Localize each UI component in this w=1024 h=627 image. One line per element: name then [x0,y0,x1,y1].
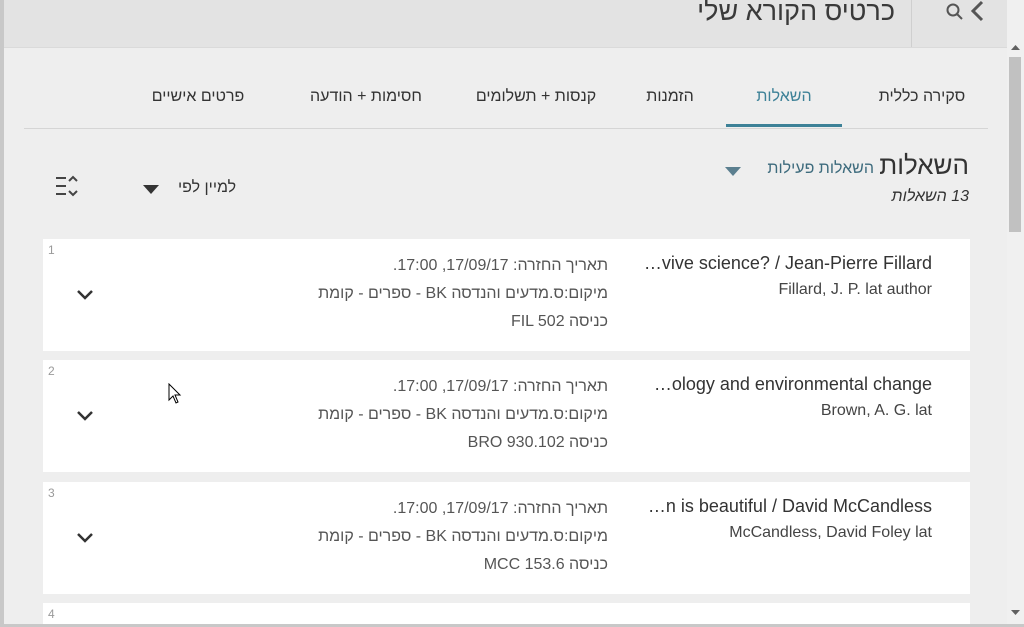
call-number: כניסה FIL 502 [510,313,608,330]
item-author: Fillard, J. P. lat author [778,281,932,298]
sort-order-icon[interactable] [54,174,82,200]
scrollbar-thumb[interactable] [1009,57,1021,232]
vertical-scrollbar[interactable] [1007,0,1024,624]
window-frame-left [0,0,4,627]
tab-personal-details[interactable]: פרטים אישיים [128,78,268,127]
chevron-left-icon[interactable] [964,0,988,24]
due-date: תאריך החזרה: 17/09/17, 17:00. [392,257,608,274]
expand-chevron-icon[interactable] [73,285,97,305]
loan-item[interactable]: 4 [43,603,970,624]
page-header: כרטיס הקורא שלי [4,0,1007,48]
tab-loans[interactable]: השאלות [726,78,842,127]
tab-overview[interactable]: סקירה כללית [856,78,988,127]
item-index: 3 [48,486,55,500]
item-title[interactable]: …ology and environmental change [633,374,932,395]
loan-item[interactable]: 2 …ology and environmental change Brown,… [43,360,970,472]
item-location: מיקום:ס.מדעים והנדסה BK - ספרים - קומת [318,528,608,545]
loans-filter-dropdown[interactable]: השאלות פעילות [767,160,874,178]
account-tabs: סקירה כללית השאלות הזמנות קנסות + תשלומי… [24,78,988,129]
loans-count: 13 השאלות [891,188,969,205]
item-index: 4 [48,607,55,621]
call-number: כניסה MCC 153.6 [483,556,608,573]
item-author: McCandless, David Foley lat [729,524,932,541]
call-number: כניסה BRO 930.102 [467,434,608,451]
expand-chevron-icon[interactable] [73,528,97,548]
mouse-cursor-icon [168,383,182,404]
section-title: השאלות [879,150,969,180]
tab-requests[interactable]: הזמנות [626,78,714,127]
loan-item[interactable]: 1 …vive science? / Jean-Pierre Fillard F… [43,239,970,351]
item-author: Brown, A. G. lat [820,402,932,419]
item-title[interactable]: …n is beautiful / David McCandless [633,496,932,517]
item-location: מיקום:ס.מדעים והנדסה BK - ספרים - קומת [318,285,608,302]
search-icon[interactable] [944,0,966,22]
loan-item[interactable]: 3 …n is beautiful / David McCandless McC… [43,482,970,594]
item-location: מיקום:ס.מדעים והנדסה BK - ספרים - קומת [318,406,608,423]
header-divider [911,0,912,47]
expand-chevron-icon[interactable] [73,406,97,426]
page-title: כרטיס הקורא שלי [697,0,895,26]
sort-caret-icon[interactable] [143,185,159,194]
due-date: תאריך החזרה: 17/09/17, 17:00. [392,500,608,517]
tab-fines-fees[interactable]: קנסות + תשלומים [456,78,616,127]
sort-dropdown[interactable]: למיין לפי [178,179,236,197]
scroll-down-arrow-icon[interactable] [1007,606,1024,620]
due-date: תאריך החזרה: 17/09/17, 17:00. [392,378,608,395]
scroll-up-arrow-icon[interactable] [1007,40,1024,54]
item-title[interactable]: …vive science? / Jean-Pierre Fillard [633,253,932,274]
tab-blocks-messages[interactable]: חסימות + הודעה [286,78,446,127]
filter-caret-icon[interactable] [725,167,741,176]
item-index: 1 [48,243,55,257]
item-index: 2 [48,364,55,378]
